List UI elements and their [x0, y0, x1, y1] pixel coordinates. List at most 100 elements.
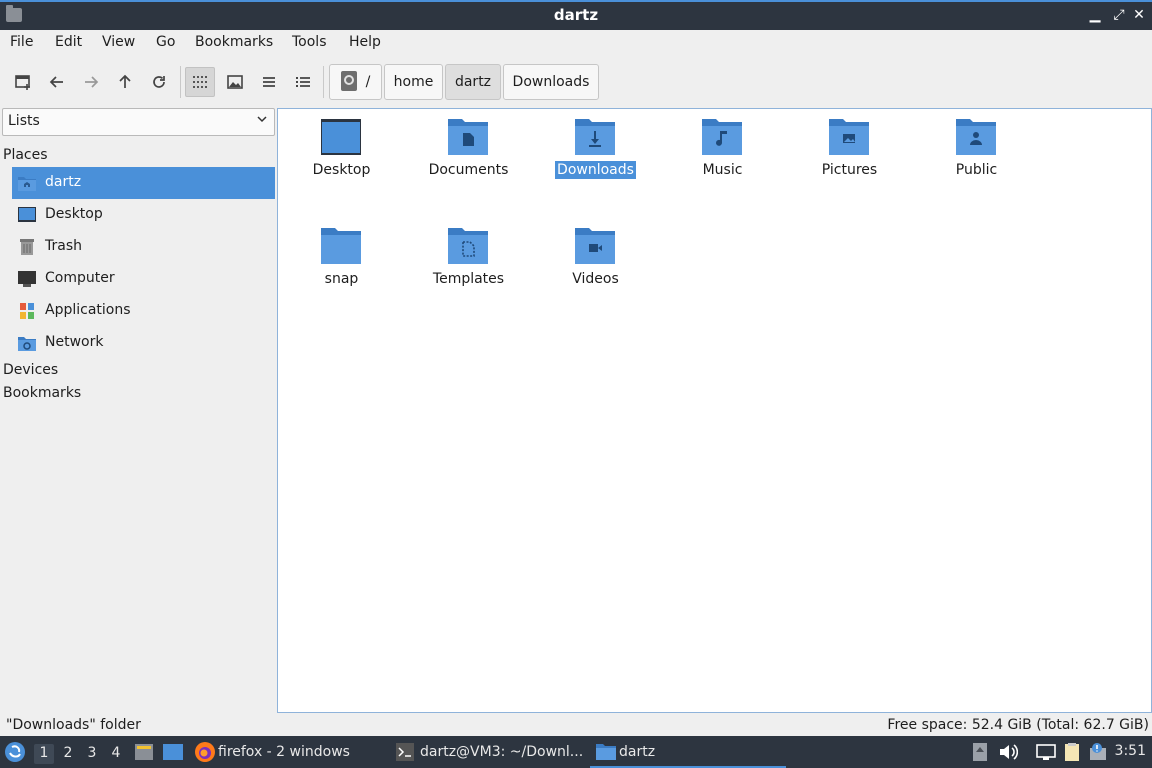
sidebar-item-label: dartz [45, 174, 82, 190]
icon-view-icon[interactable] [185, 67, 215, 97]
task-firefox[interactable]: firefox - 2 windows [194, 736, 389, 768]
file-item-templates[interactable]: Templates [405, 218, 532, 318]
file-item-documents[interactable]: Documents [405, 109, 532, 209]
file-name: Public [955, 162, 998, 178]
menu-help[interactable]: Help [349, 34, 381, 50]
sidebar-item-network[interactable]: Network [12, 327, 275, 359]
update-notification-icon[interactable] [1088, 742, 1108, 762]
places-heading[interactable]: Places [3, 147, 48, 163]
task-file-manager[interactable]: dartz [590, 736, 786, 768]
sidebar-item-label: Trash [45, 238, 82, 254]
file-name: Documents [428, 162, 509, 178]
detailed-list-view-icon[interactable] [288, 67, 318, 97]
status-bar: "Downloads" folder Free space: 52.4 GiB … [0, 714, 1152, 736]
desktop-switch-4[interactable]: 4 [106, 744, 126, 764]
menu-edit[interactable]: Edit [55, 34, 82, 50]
breadcrumb-root[interactable]: / [329, 64, 382, 100]
file-manager-launcher-icon[interactable] [134, 742, 154, 762]
start-menu-icon[interactable] [4, 741, 26, 763]
file-name: Desktop [312, 162, 371, 178]
file-item-downloads[interactable]: Downloads [532, 109, 659, 209]
menu-bar: File Edit View Go Bookmarks Tools Help [0, 30, 1152, 56]
minimize-button[interactable]: ▁ [1086, 6, 1104, 24]
pictures-folder-icon [829, 119, 869, 155]
file-name: Music [702, 162, 743, 178]
task-terminal[interactable]: dartz@VM3: ~/Downl... [394, 736, 586, 768]
up-icon[interactable] [110, 67, 140, 97]
applications-icon [20, 303, 34, 319]
chevron-down-icon [256, 113, 268, 129]
task-label: dartz [619, 744, 656, 760]
file-item-desktop[interactable]: Desktop [278, 109, 405, 209]
maximize-button[interactable]: ⤢ [1110, 6, 1128, 24]
menu-bookmarks[interactable]: Bookmarks [195, 34, 273, 50]
menu-go[interactable]: Go [156, 34, 175, 50]
folder-icon [596, 744, 616, 760]
desktop-switch-2[interactable]: 2 [58, 744, 78, 764]
show-desktop-icon[interactable] [162, 742, 184, 762]
keyboard-layout-icon[interactable] [970, 742, 990, 762]
taskbar: 1 2 3 4 firefox - 2 windows dartz@VM3: ~… [0, 736, 1152, 768]
back-icon[interactable] [42, 67, 72, 97]
network-connection-icon[interactable] [1036, 742, 1056, 762]
side-pane-mode-label: Lists [8, 113, 40, 129]
file-name: Pictures [821, 162, 878, 178]
network-icon [18, 337, 36, 351]
side-pane-mode-select[interactable]: Lists [2, 108, 275, 136]
selection-status: "Downloads" folder [6, 717, 141, 733]
task-label: firefox - 2 windows [218, 744, 350, 760]
menu-file[interactable]: File [10, 34, 33, 50]
sidebar-item-label: Desktop [45, 206, 103, 222]
sidebar-item-dartz[interactable]: dartz [12, 167, 275, 199]
file-item-music[interactable]: Music [659, 109, 786, 209]
sidebar-item-label: Applications [45, 302, 131, 318]
file-item-videos[interactable]: Videos [532, 218, 659, 318]
title-bar: dartz ▁ ⤢ ✕ [0, 0, 1152, 30]
home-folder-icon [18, 177, 36, 191]
thumbnail-view-icon[interactable] [220, 67, 250, 97]
breadcrumb-downloads[interactable]: Downloads [503, 64, 599, 100]
file-name: Downloads [532, 161, 659, 179]
reload-icon[interactable] [144, 67, 174, 97]
close-button[interactable]: ✕ [1130, 6, 1148, 24]
sidebar-item-applications[interactable]: Applications [12, 295, 275, 327]
videos-folder-icon [575, 228, 615, 264]
filesystem-root-icon [340, 70, 357, 91]
breadcrumb-home[interactable]: home [384, 64, 443, 100]
free-space-status: Free space: 52.4 GiB (Total: 62.7 GiB) [887, 717, 1149, 733]
desktop-switch-3[interactable]: 3 [82, 744, 102, 764]
terminal-icon [396, 743, 414, 761]
compact-view-icon[interactable] [254, 67, 284, 97]
file-item-public[interactable]: Public [913, 109, 1040, 209]
forward-icon[interactable] [76, 67, 106, 97]
sidebar-item-trash[interactable]: Trash [12, 231, 275, 263]
templates-folder-icon [448, 228, 488, 264]
sidebar: Places dartz Desktop Trash Computer Appl… [0, 140, 276, 712]
menu-tools[interactable]: Tools [292, 34, 327, 50]
desktop-icon [18, 207, 36, 222]
file-name: snap [324, 271, 359, 287]
file-item-snap[interactable]: snap [278, 218, 405, 318]
breadcrumb-dartz[interactable]: dartz [445, 64, 501, 100]
clipboard-icon[interactable] [1062, 742, 1082, 762]
sidebar-item-desktop[interactable]: Desktop [12, 199, 275, 231]
bookmarks-heading[interactable]: Bookmarks [3, 385, 81, 401]
devices-heading[interactable]: Devices [3, 362, 58, 378]
toolbar-separator [323, 66, 324, 98]
volume-icon[interactable] [998, 742, 1018, 762]
documents-folder-icon [448, 119, 488, 155]
file-name: Templates [432, 271, 505, 287]
task-label: dartz@VM3: ~/Downl... [420, 744, 584, 760]
toolbar: / home dartz Downloads [0, 58, 1152, 104]
sidebar-item-label: Network [45, 334, 104, 350]
music-folder-icon [702, 119, 742, 155]
clock[interactable]: 3:51 [1115, 743, 1146, 759]
file-item-pictures[interactable]: Pictures [786, 109, 913, 209]
public-folder-icon [956, 119, 996, 155]
file-view[interactable]: Desktop Documents Downloads Music Pictur… [277, 108, 1152, 713]
menu-view[interactable]: View [102, 34, 135, 50]
toolbar-separator [180, 66, 181, 98]
new-tab-icon[interactable] [8, 67, 38, 97]
sidebar-item-computer[interactable]: Computer [12, 263, 275, 295]
desktop-switch-1[interactable]: 1 [34, 744, 54, 764]
